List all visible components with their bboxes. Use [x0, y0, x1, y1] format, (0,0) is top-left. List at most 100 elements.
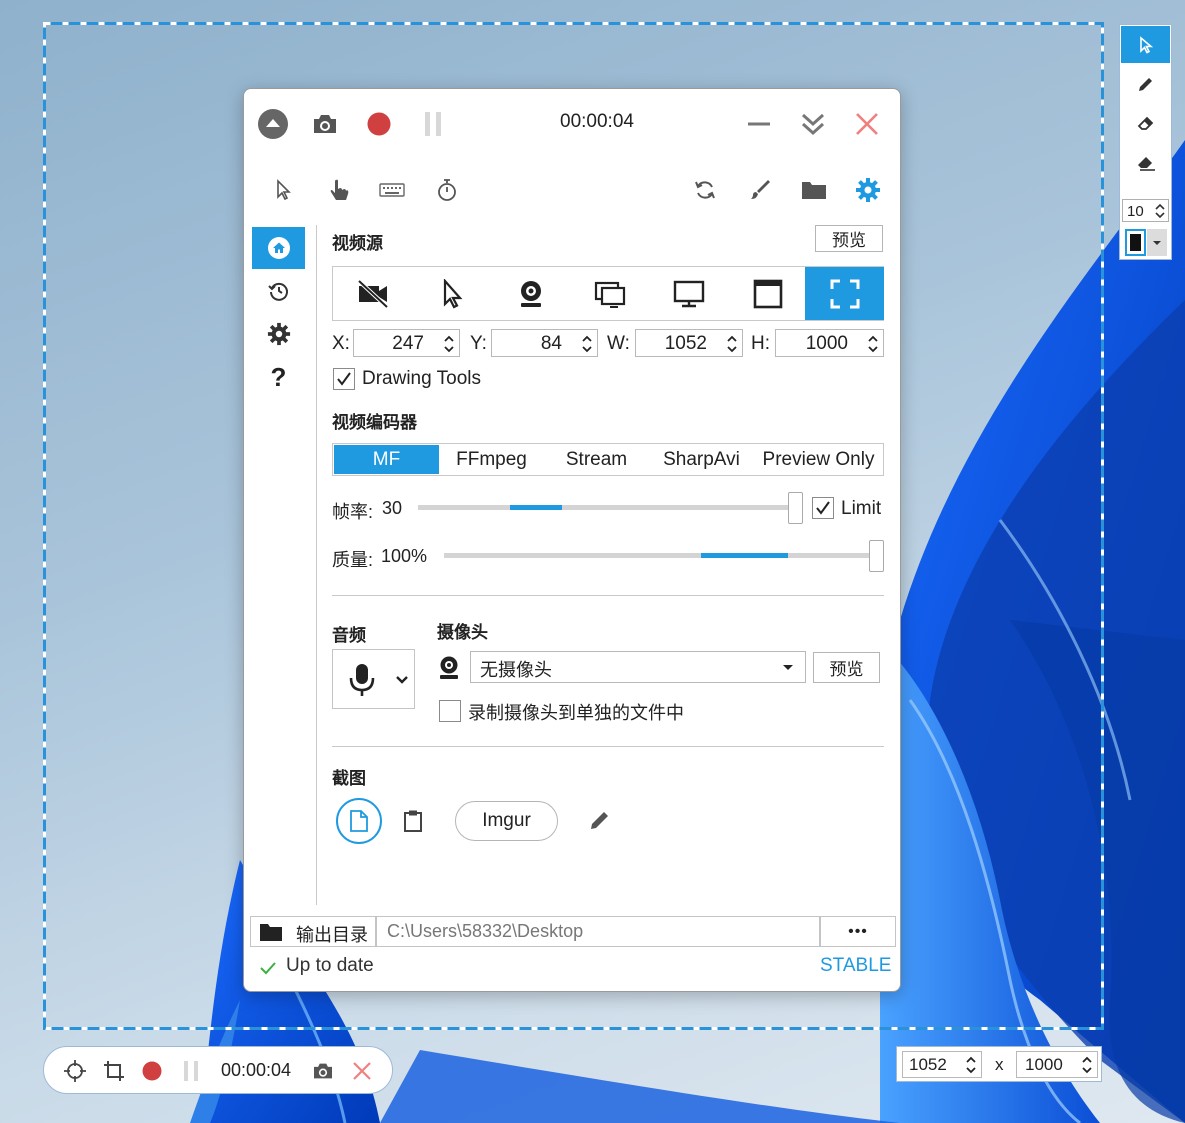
y-input[interactable]: 84 — [491, 329, 598, 357]
spinner-icon[interactable] — [867, 333, 879, 355]
quality-slider-track — [444, 553, 870, 558]
drawing-tools-checkbox[interactable] — [333, 368, 355, 390]
tab-stream[interactable]: Stream — [544, 444, 649, 475]
file-icon — [350, 810, 368, 832]
minimize-button[interactable] — [742, 107, 776, 141]
source-region-cursor[interactable] — [412, 267, 491, 320]
pause-button[interactable] — [416, 107, 450, 141]
crosshair-icon — [64, 1060, 86, 1082]
mini-close-button[interactable] — [349, 1058, 375, 1084]
eraser-icon — [1137, 116, 1153, 130]
output-path: C:\Users\58332\Desktop — [387, 921, 584, 941]
pause-icon — [184, 1061, 198, 1081]
tab-ffmpeg[interactable]: FFmpeg — [439, 444, 544, 475]
source-fullscreen[interactable] — [728, 267, 807, 320]
color-picker[interactable] — [1122, 227, 1169, 257]
mini-screenshot-button[interactable] — [310, 1058, 336, 1084]
region-height-input[interactable]: 1000 — [1016, 1051, 1098, 1078]
nav-help[interactable]: ? — [252, 357, 305, 397]
output-folder-button[interactable]: 输出目录 — [250, 916, 376, 947]
quality-slider[interactable] — [442, 540, 885, 572]
spinner-icon[interactable] — [581, 333, 593, 355]
camera-icon — [314, 115, 336, 133]
save-to-file-button[interactable] — [336, 798, 382, 844]
eraser-tool-button[interactable] — [1121, 143, 1170, 180]
history-icon — [267, 282, 288, 301]
minimize-to-tray-button[interactable] — [796, 107, 830, 141]
nav-home[interactable] — [252, 227, 305, 269]
brush-button[interactable] — [745, 175, 775, 205]
source-none[interactable] — [333, 267, 412, 320]
screenshot-button[interactable] — [308, 107, 342, 141]
spinner-icon[interactable] — [1081, 1054, 1093, 1076]
color-dropdown-button[interactable] — [1147, 229, 1167, 256]
keystrokes-toggle[interactable] — [377, 175, 407, 205]
monitor-icon — [673, 280, 704, 307]
timer-toggle[interactable] — [432, 175, 462, 205]
clipboard-button[interactable] — [395, 802, 431, 840]
fps-label: 帧率: — [332, 502, 374, 522]
tab-mf[interactable]: MF — [334, 445, 439, 474]
region-width-input[interactable]: 1052 — [902, 1051, 982, 1078]
separate-file-checkbox[interactable] — [439, 700, 461, 722]
minimize-icon — [748, 122, 770, 126]
crop-button[interactable] — [101, 1058, 127, 1084]
mini-pause-button[interactable] — [178, 1058, 204, 1084]
fps-slider[interactable] — [416, 492, 804, 524]
mouse-clicks-toggle[interactable] — [324, 175, 354, 205]
crosshair-button[interactable] — [62, 1058, 88, 1084]
quality-slider-range — [701, 553, 788, 558]
encoder-tabs: MF FFmpeg Stream SharpAvi Preview Only — [332, 443, 884, 476]
spinner-icon[interactable] — [1155, 202, 1165, 220]
pencil-icon — [591, 812, 608, 829]
source-screen[interactable] — [649, 267, 728, 320]
brush-size-input[interactable]: 10 — [1122, 199, 1169, 222]
x-input[interactable]: 247 — [353, 329, 460, 357]
screenshot-edit-button[interactable] — [583, 802, 617, 838]
tab-mf-label: MF — [372, 448, 401, 470]
fps-slider-thumb[interactable] — [788, 492, 803, 524]
source-region[interactable] — [805, 267, 884, 320]
mini-recording-bar: 00:00:04 — [43, 1046, 393, 1094]
video-source-preview-button[interactable]: 预览 — [815, 225, 883, 252]
tab-preview-only[interactable]: Preview Only — [754, 444, 883, 475]
spinner-icon[interactable] — [443, 333, 455, 355]
limit-checkbox[interactable] — [812, 497, 834, 519]
pointer-tool-button[interactable] — [1121, 26, 1170, 63]
h-input[interactable]: 1000 — [775, 329, 884, 357]
source-window[interactable] — [570, 267, 649, 320]
open-folder-button[interactable] — [799, 175, 829, 205]
nav-settings[interactable] — [252, 314, 305, 354]
quality-value: 100% — [381, 546, 428, 566]
close-button[interactable] — [850, 107, 884, 141]
webcam-preview-button[interactable]: 预览 — [813, 652, 880, 683]
webcam-select[interactable]: 无摄像头 — [470, 651, 806, 683]
record-button[interactable] — [362, 107, 396, 141]
audio-source-button[interactable] — [332, 649, 415, 709]
output-path-field[interactable]: C:\Users\58332\Desktop — [376, 916, 820, 947]
spinner-icon[interactable] — [726, 333, 738, 355]
channel-link[interactable]: STABLE — [820, 955, 891, 977]
pen-tool-button[interactable] — [1121, 65, 1170, 102]
output-more-button[interactable]: ••• — [820, 916, 896, 947]
nav-history[interactable] — [252, 271, 305, 311]
mouse-cursor-toggle[interactable] — [268, 175, 298, 205]
imgur-button[interactable]: Imgur — [455, 801, 558, 841]
spinner-icon[interactable] — [965, 1054, 977, 1076]
fps-slider-range — [510, 505, 562, 510]
settings-button[interactable] — [853, 175, 883, 205]
record-icon — [367, 112, 391, 136]
tab-stream-label: Stream — [565, 448, 628, 470]
highlighter-tool-button[interactable] — [1121, 104, 1170, 141]
tab-sharpavi[interactable]: SharpAvi — [649, 444, 754, 475]
refresh-button[interactable] — [690, 175, 720, 205]
region-width-value: 1052 — [909, 1055, 947, 1074]
divider — [332, 746, 884, 747]
keyboard-icon — [379, 183, 405, 197]
w-input[interactable]: 1052 — [635, 329, 743, 357]
mini-record-button[interactable] — [139, 1058, 165, 1084]
source-webcam[interactable] — [491, 267, 570, 320]
y-label: Y: — [470, 333, 487, 354]
quality-slider-thumb[interactable] — [869, 540, 884, 572]
collapse-button[interactable] — [256, 107, 290, 141]
